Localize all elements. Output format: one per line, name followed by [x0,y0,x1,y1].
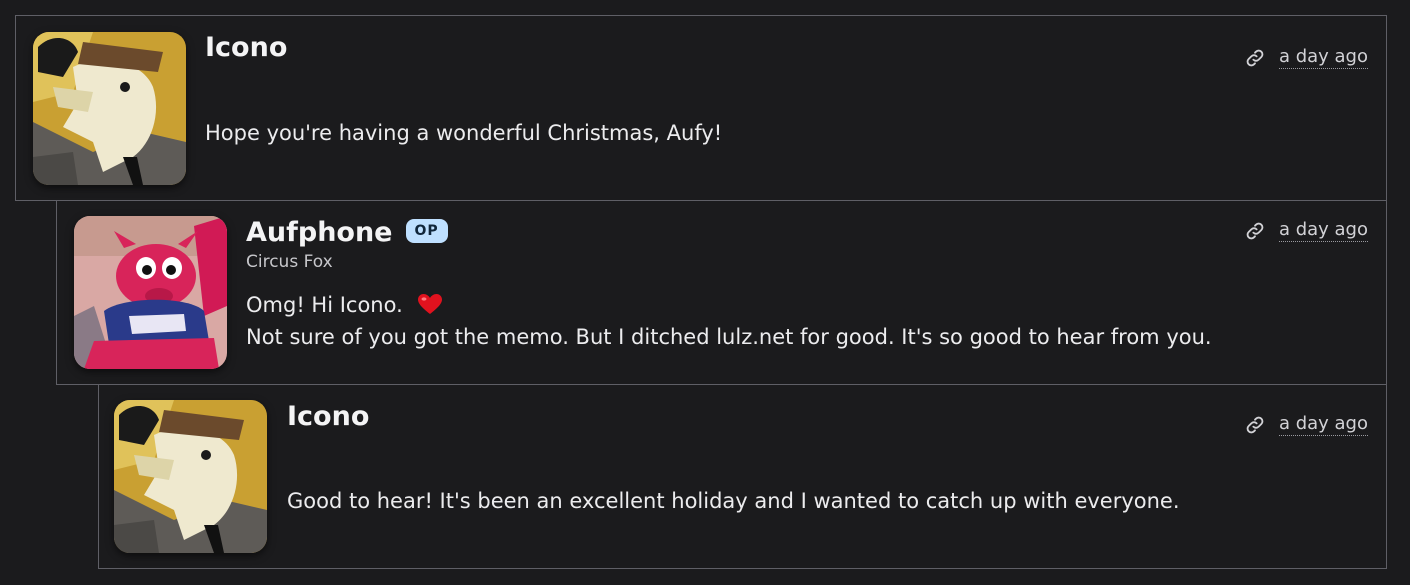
comment: Icono Good to hear! It's been an excelle… [98,384,1387,569]
op-badge: OP [405,218,448,243]
comment-body: Hope you're having a wonderful Christmas… [205,121,723,145]
heart-icon [418,294,443,314]
comment-meta: a day ago [1245,46,1368,69]
author-name-text[interactable]: Aufphone [246,217,393,248]
comment-line-text: Omg! Hi Icono. [246,293,403,317]
comment-meta: a day ago [1245,219,1368,242]
timestamp-link[interactable]: a day ago [1278,413,1368,436]
timestamp-link[interactable]: a day ago [1278,219,1368,242]
comment-meta: a day ago [1245,413,1368,436]
eagle-avatar-icon [114,400,267,553]
comment-line-text: Not sure of you got the memo. But I ditc… [246,325,1212,349]
avatar[interactable] [74,216,227,369]
eagle-avatar-icon [33,32,186,185]
comment-body: Good to hear! It's been an excellent hol… [287,489,1180,513]
link-icon[interactable] [1245,415,1265,435]
author-name[interactable]: Icono [205,32,287,64]
author-name[interactable]: Icono [287,401,369,433]
author-subtitle: Circus Fox [246,252,333,272]
comment-line: Omg! Hi Icono. [246,289,1212,321]
comment: Aufphone OP Circus Fox Omg! Hi Icono. Not… [56,200,1387,385]
comment-body: Omg! Hi Icono. Not sure of you got the m… [246,289,1212,353]
comment: Icono Hope you're having a wonderful Chr… [15,15,1387,201]
link-icon[interactable] [1245,48,1265,68]
fox-plush-avatar-icon [74,216,227,369]
avatar[interactable] [33,32,186,185]
timestamp-link[interactable]: a day ago [1278,46,1368,69]
author-name[interactable]: Aufphone OP [246,217,448,249]
link-icon[interactable] [1245,221,1265,241]
avatar[interactable] [114,400,267,553]
